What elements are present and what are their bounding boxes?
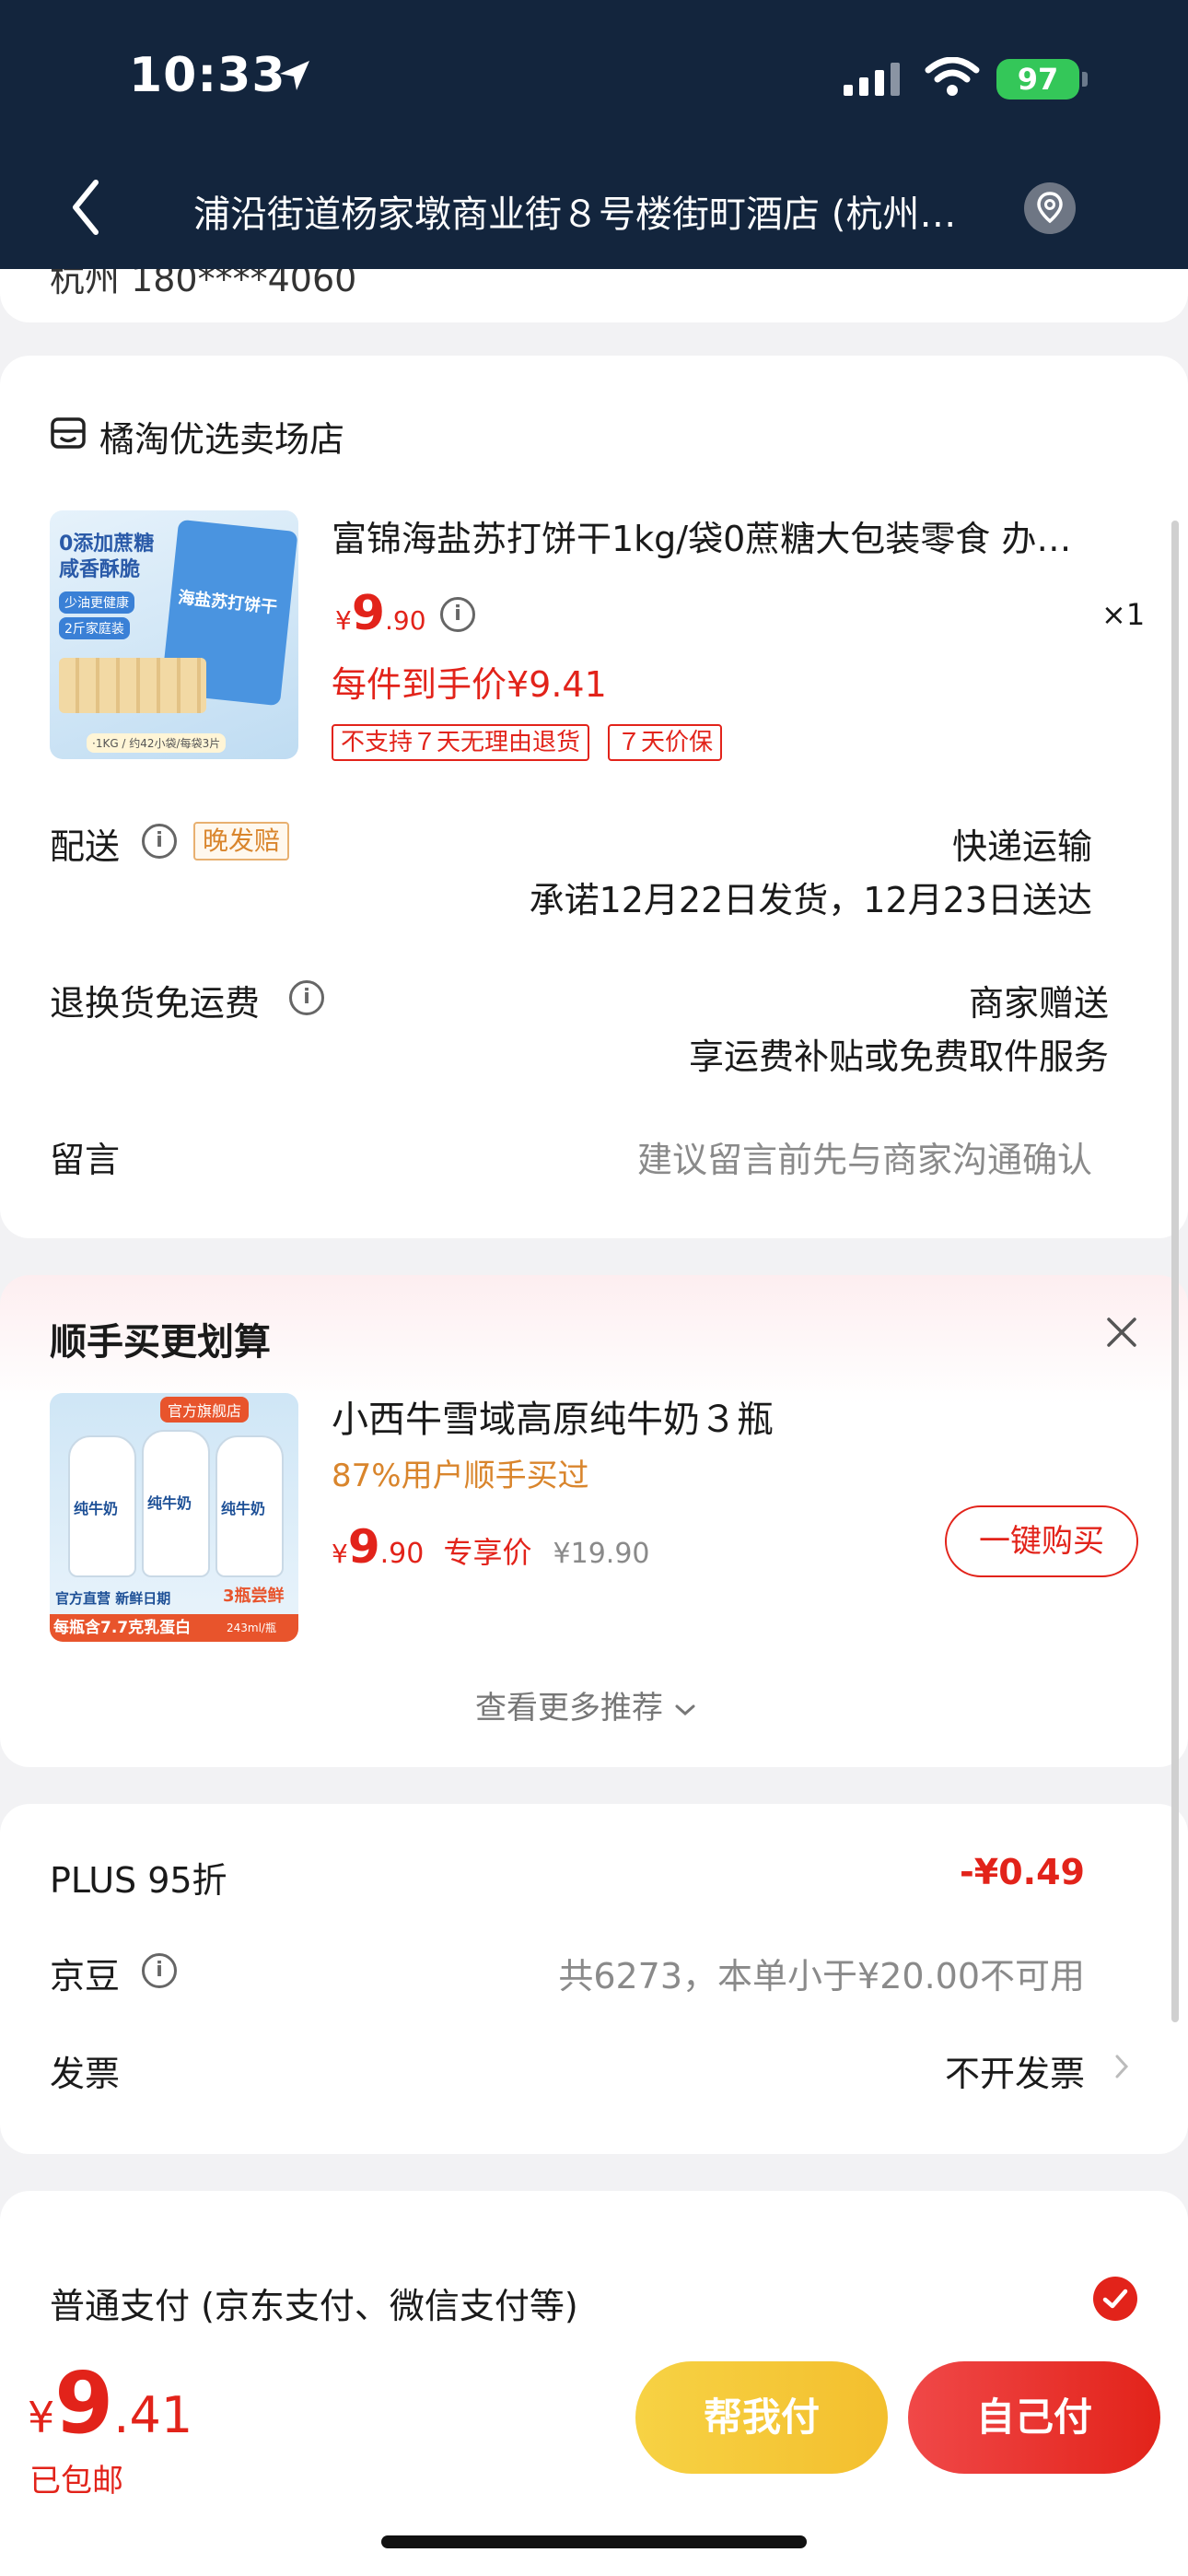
total-symbol: ¥ — [28, 2393, 55, 2442]
checkmark-icon[interactable] — [1092, 2276, 1138, 2322]
image-bottom1: 官方直营 新鲜日期 — [55, 1590, 171, 1607]
recommend-price: ¥9.90 专享价 ¥19.90 — [332, 1520, 650, 1574]
crackers-stack — [59, 658, 206, 713]
message-input[interactable]: 建议留言前先与商家沟通确认 — [637, 1131, 1092, 1182]
recommend-image[interactable]: 官方旗舰店 纯牛奶 纯牛奶 纯牛奶 官方直营 新鲜日期 每瓶含7.7克乳蛋白 3… — [50, 1393, 298, 1642]
plus-discount-value: -¥0.49 — [960, 1852, 1085, 1892]
total-dec: .41 — [113, 2386, 193, 2444]
store-icon — [51, 417, 86, 449]
total-int: 9 — [54, 2354, 114, 2453]
product-title[interactable]: 富锦海盐苏打饼干1kg/袋0蔗糖大包装零食 办… — [332, 510, 1124, 561]
image-bottom3: 3瓶尝鲜 — [223, 1587, 285, 1606]
plus-discount-label: PLUS 95折 — [50, 1860, 227, 1901]
home-indicator — [381, 2535, 807, 2548]
self-pay-button[interactable]: 自己付 — [908, 2361, 1160, 2474]
nav-header: 10:33 97 浦沿街道杨家墩商业街８号楼街町酒店 (杭州… — [0, 0, 1188, 269]
product-image-line2: 咸香酥脆 — [59, 558, 141, 581]
milk-bottle-label: 纯牛奶 — [147, 1494, 192, 1512]
battery-nub — [1082, 72, 1088, 87]
product-image[interactable]: 0添加蔗糖 咸香酥脆 少油更健康 2斤家庭装 海盐苏打饼干 ·1KG / 约42… — [50, 510, 298, 759]
milk-bottle-3: 纯牛奶 — [215, 1435, 284, 1577]
delivery-info-icon[interactable]: i — [142, 824, 177, 859]
exclusive-label: 专享价 — [443, 1535, 532, 1570]
total-price: ¥9.41 — [28, 2354, 192, 2453]
recommend-card: 顺手买更划算 官方旗舰店 纯牛奶 纯牛奶 纯牛奶 官方直营 新鲜日期 每瓶含7.… — [0, 1275, 1188, 1767]
price-int: 9 — [351, 586, 386, 641]
product-price: ¥9.90 — [335, 586, 426, 641]
jingdou-label: 京豆 — [50, 1956, 121, 1996]
help-pay-button[interactable]: 帮我付 — [635, 2361, 888, 2474]
product-image-footer: ·1KG / 约42小袋/每袋3片 — [87, 733, 227, 753]
product-image-badge1: 少油更健康 — [59, 591, 134, 614]
recommend-percent: 87%用户顺手买过 — [332, 1458, 589, 1494]
invoice-value[interactable]: 不开发票 — [945, 2045, 1085, 2096]
milk-bottle-label: 纯牛奶 — [221, 1500, 266, 1517]
product-package-label: 海盐苏打饼干 — [177, 588, 278, 618]
returns-info-icon[interactable]: i — [289, 980, 324, 1015]
jingdou-info-icon[interactable]: i — [142, 1953, 177, 1988]
product-quantity: ×1 — [1101, 597, 1146, 632]
flagship-badge: 官方旗舰店 — [160, 1397, 250, 1423]
map-pin-button[interactable] — [1024, 182, 1076, 234]
jingdou-value: 共6273，本单小于¥20.00不可用 — [558, 1956, 1085, 1996]
close-icon[interactable] — [1105, 1316, 1138, 1349]
milk-bottle-1: 纯牛奶 — [68, 1435, 136, 1577]
store-card: 橘淘优选卖场店 0添加蔗糖 咸香酥脆 少油更健康 2斤家庭装 海盐苏打饼干 ·1… — [0, 356, 1188, 1238]
delivery-label: 配送 — [50, 826, 121, 867]
returns-sub: 享运费补贴或免费取件服务 — [688, 1036, 1109, 1077]
price-dec: .90 — [385, 605, 426, 636]
summary-card: PLUS 95折 -¥0.49 京豆 i 共6273，本单小于¥20.00不可用… — [0, 1804, 1188, 2154]
delivery-method[interactable]: 快递运输 — [952, 818, 1092, 869]
chevron-down-icon — [675, 1704, 695, 1715]
final-price: 每件到手价¥9.41 — [332, 664, 607, 705]
delivery-promise: 承诺12月22日发货，12月23日送达 — [529, 880, 1092, 920]
price-symbol: ¥ — [335, 605, 352, 636]
price-protect-tag: ７天价保 — [608, 724, 723, 761]
view-more-label: 查看更多推荐 — [475, 1690, 663, 1727]
one-click-buy-button[interactable]: 一键购买 — [945, 1505, 1138, 1577]
chevron-right-icon[interactable] — [1114, 2053, 1129, 2080]
recommend-title: 顺手买更划算 — [50, 1321, 271, 1364]
rec-price-dec: .90 — [379, 1538, 425, 1570]
shipping-free: 已包邮 — [29, 2463, 123, 2500]
view-more-recommend[interactable]: 查看更多推荐 — [475, 1682, 697, 1727]
price-info-icon[interactable]: i — [440, 597, 475, 632]
recommend-name[interactable]: 小西牛雪域高原纯牛奶３瓶 — [332, 1389, 774, 1443]
payment-method-label[interactable]: 普通支付 (京东支付、微信支付等) — [50, 2277, 578, 2328]
map-pin-icon — [1037, 192, 1063, 224]
no-return-tag: 不支持７天无理由退货 — [332, 724, 590, 761]
original-price: ¥19.90 — [553, 1538, 650, 1570]
milk-bottle-2: 纯牛奶 — [142, 1430, 210, 1577]
product-image-badge2: 2斤家庭装 — [59, 617, 130, 639]
returns-value: 商家赠送 — [968, 983, 1109, 1024]
milk-bottle-label: 纯牛奶 — [74, 1500, 119, 1517]
message-label: 留言 — [50, 1140, 121, 1180]
returns-label: 退换货免运费 — [50, 983, 261, 1024]
status-time: 10:33 — [129, 48, 286, 103]
battery-indicator: 97 — [996, 59, 1079, 100]
back-chevron-icon[interactable] — [64, 175, 111, 240]
invoice-label: 发票 — [50, 2054, 121, 2094]
location-arrow-icon — [280, 61, 309, 90]
store-name[interactable]: 橘淘优选卖场店 — [99, 411, 344, 462]
cell-signal-icon — [844, 63, 900, 96]
scrollbar[interactable] — [1171, 521, 1179, 2022]
wifi-icon — [925, 57, 980, 96]
delivery-address[interactable]: 浦沿街道杨家墩商业街８号楼街町酒店 (杭州… — [193, 184, 1004, 238]
late-compensation-badge: 晚发赔 — [193, 822, 290, 861]
rec-price-symbol: ¥ — [332, 1539, 348, 1569]
rec-price-int: 9 — [347, 1520, 380, 1574]
image-bottom4: 243ml/瓶 — [227, 1622, 276, 1634]
